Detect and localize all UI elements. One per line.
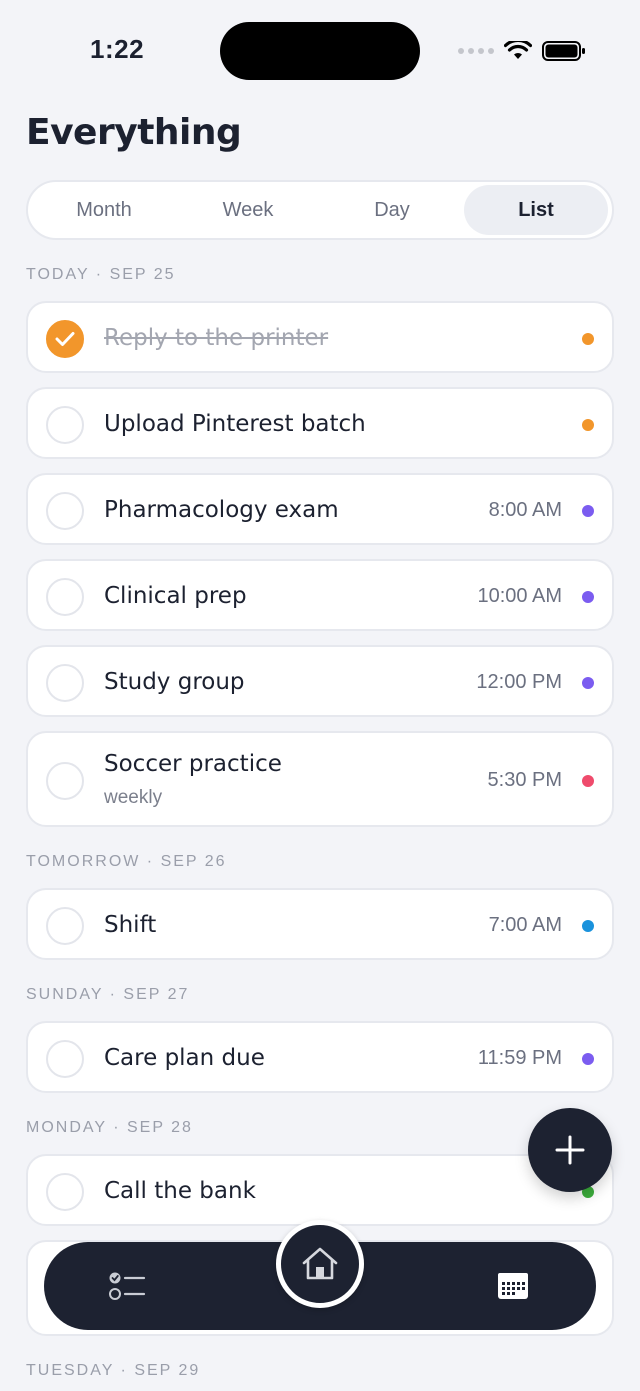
category-dot (582, 920, 594, 932)
task-time: 11:59 PM (477, 1047, 562, 1069)
task-row[interactable]: Pharmacology exam 8:00 AM (26, 473, 614, 545)
task-title: Reply to the printer (104, 325, 329, 351)
task-row[interactable]: Care plan due 11:59 PM (26, 1021, 614, 1093)
task-title: Call the bank (104, 1178, 256, 1204)
task-title: Study group (104, 669, 245, 695)
nav-tasks[interactable] (106, 1268, 148, 1304)
task-title: Pharmacology exam (104, 497, 339, 523)
category-dot (582, 591, 594, 603)
calendar-icon (498, 1273, 528, 1299)
checkbox[interactable] (46, 406, 84, 444)
status-bar: 1:22 (0, 0, 640, 100)
status-time: 1:22 (90, 34, 145, 64)
checkbox[interactable] (46, 762, 84, 800)
add-task-button[interactable] (528, 1108, 612, 1192)
task-title: Soccer practice (104, 751, 282, 777)
task-row[interactable]: Upload Pinterest batch (26, 387, 614, 459)
category-dot (582, 775, 594, 787)
section-header-sunday: SUNDAY · SEP 27 (26, 986, 190, 1003)
section-header-monday: MONDAY · SEP 28 (26, 1119, 193, 1136)
checkbox[interactable] (46, 492, 84, 530)
checkbox[interactable] (46, 1040, 84, 1078)
checkbox-checked[interactable] (46, 320, 84, 358)
category-dot (582, 1053, 594, 1065)
category-dot (582, 505, 594, 517)
tab-day[interactable]: Day (320, 185, 464, 235)
checklist-icon (109, 1272, 146, 1300)
task-time: 12:00 PM (476, 671, 562, 693)
task-row[interactable]: Soccer practice weekly 5:30 PM (26, 731, 614, 827)
tab-month[interactable]: Month (32, 185, 176, 235)
category-dot (582, 333, 594, 345)
task-row[interactable]: Shift 7:00 AM (26, 888, 614, 960)
view-switcher: Month Week Day List (26, 180, 614, 240)
plus-icon (555, 1135, 585, 1165)
page-title: Everything (26, 112, 242, 153)
task-time: 7:00 AM (488, 914, 562, 936)
dynamic-island (220, 22, 420, 80)
checkbox[interactable] (46, 578, 84, 616)
task-time: 5:30 PM (487, 769, 562, 791)
tab-list[interactable]: List (464, 185, 608, 235)
checkbox[interactable] (46, 907, 84, 945)
tab-week[interactable]: Week (176, 185, 320, 235)
task-subtitle: weekly (104, 787, 163, 808)
task-row[interactable]: Reply to the printer (26, 301, 614, 373)
checkbox[interactable] (46, 664, 84, 702)
battery-icon (542, 41, 585, 61)
category-dot (582, 419, 594, 431)
section-header-tuesday: TUESDAY · SEP 29 (26, 1362, 201, 1379)
task-row[interactable]: Call the bank (26, 1154, 614, 1226)
checkmark-icon (55, 332, 75, 346)
home-button[interactable] (276, 1220, 364, 1308)
checkbox[interactable] (46, 1173, 84, 1211)
home-icon (302, 1247, 338, 1280)
task-title: Upload Pinterest batch (104, 411, 366, 437)
section-header-tomorrow: TOMORROW · SEP 26 (26, 853, 227, 870)
category-dot (582, 677, 594, 689)
task-title: Clinical prep (104, 583, 247, 609)
wifi-icon (504, 41, 532, 59)
task-time: 10:00 AM (477, 585, 562, 607)
section-header-today: TODAY · SEP 25 (26, 266, 176, 283)
task-title: Care plan due (104, 1045, 265, 1071)
signal-icon (458, 48, 494, 54)
task-row[interactable]: Clinical prep 10:00 AM (26, 559, 614, 631)
task-row[interactable]: Study group 12:00 PM (26, 645, 614, 717)
task-title: Shift (104, 912, 157, 938)
nav-calendar[interactable] (494, 1268, 532, 1304)
task-time: 8:00 AM (488, 499, 562, 521)
status-icons (458, 40, 586, 62)
